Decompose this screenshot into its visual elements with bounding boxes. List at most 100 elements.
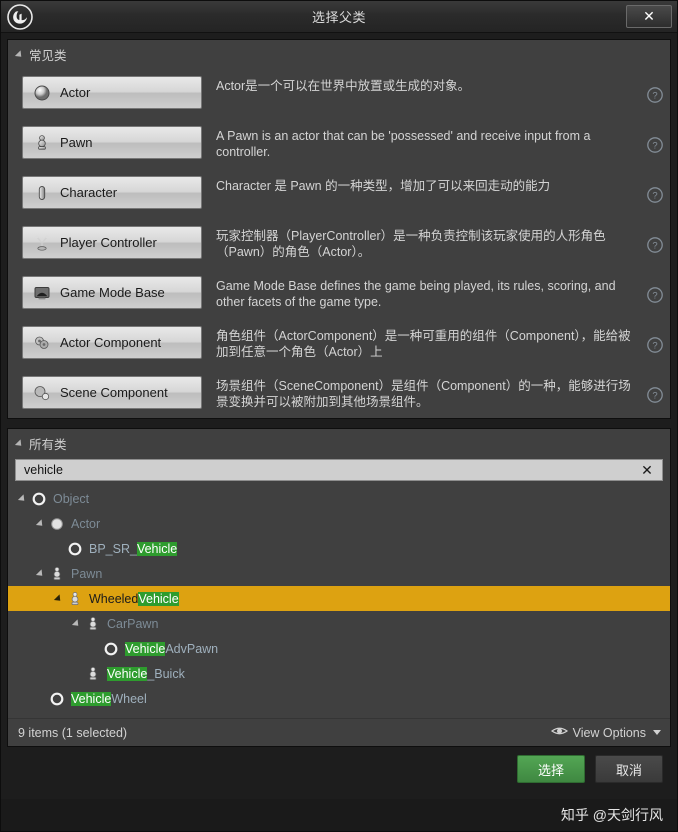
tree-node-label: Actor xyxy=(71,517,100,531)
object-ring-icon xyxy=(31,491,47,507)
common-classes-title: 常见类 xyxy=(29,49,67,63)
help-circle-icon[interactable]: ? xyxy=(646,286,664,304)
tree-row[interactable]: VehicleWheel xyxy=(8,686,670,711)
actor-component-icon xyxy=(33,334,51,352)
common-class-button-character[interactable]: Character xyxy=(22,176,202,209)
class-row: Actor Actor是一个可以在世界中放置或生成的对象。 ? xyxy=(8,70,670,120)
view-options-button[interactable]: View Options xyxy=(550,725,661,740)
node-label-text: CarPawn xyxy=(107,616,159,631)
common-class-button-player-controller[interactable]: Player Controller xyxy=(22,226,202,259)
help-circle-icon[interactable]: ? xyxy=(646,236,664,254)
common-class-button-game-mode-base[interactable]: Game Mode Base xyxy=(22,276,202,309)
tree-row[interactable]: VehicleAdvPawn xyxy=(8,636,670,661)
svg-text:?: ? xyxy=(652,141,657,152)
class-row: Actor Component 角色组件（ActorComponent）是一种可… xyxy=(8,320,670,370)
node-label-text: Wheeled xyxy=(89,591,139,606)
clear-x-icon[interactable]: ✕ xyxy=(637,460,657,480)
all-classes-panel: 所有类 vehicle ✕ Object Actor BP_SR_Vehicle Pa… xyxy=(7,428,671,747)
select-button[interactable]: 选择 xyxy=(517,755,585,783)
tree-node-label: BP_SR_Vehicle xyxy=(89,541,178,556)
all-classes-header[interactable]: 所有类 xyxy=(8,429,670,457)
expander-triangle-icon[interactable] xyxy=(52,592,65,605)
tree-node-label: CarPawn xyxy=(107,617,158,631)
search-match-highlight: Vehicle xyxy=(138,591,179,606)
game-mode-icon xyxy=(33,284,51,302)
node-label-text: _Buick xyxy=(147,666,185,681)
cancel-button[interactable]: 取消 xyxy=(595,755,663,783)
expander-triangle-icon[interactable] xyxy=(34,517,47,530)
search-match-highlight: Vehicle xyxy=(125,641,166,656)
help-circle-icon[interactable]: ? xyxy=(646,386,664,404)
common-class-label: Actor Component xyxy=(60,335,162,350)
common-class-label: Game Mode Base xyxy=(60,285,165,300)
help-circle-icon[interactable]: ? xyxy=(646,336,664,354)
tree-row-selected[interactable]: WheeledVehicle xyxy=(8,586,670,611)
tree-row[interactable]: CarPawn xyxy=(8,611,670,636)
close-button[interactable]: ✕ xyxy=(626,5,672,28)
svg-text:?: ? xyxy=(652,341,657,352)
close-icon: ✕ xyxy=(643,8,655,24)
watermark: 知乎 @天剑行风 xyxy=(1,799,677,831)
tree-row[interactable]: Object xyxy=(8,486,670,511)
common-class-button-actor-component[interactable]: Actor Component xyxy=(22,326,202,359)
search-input-value: vehicle xyxy=(24,463,63,477)
dialog-footer: 选择 取消 xyxy=(1,747,677,799)
actor-sphere-icon xyxy=(49,516,65,532)
pawn-icon xyxy=(33,134,51,152)
object-ring-icon xyxy=(103,641,119,657)
tree-node-label: WheeledVehicle xyxy=(89,591,179,606)
tree-row[interactable]: BP_SR_Vehicle xyxy=(8,536,670,561)
common-classes-header[interactable]: 常见类 xyxy=(8,40,670,68)
help-circle-icon[interactable]: ? xyxy=(646,136,664,154)
expander-triangle-icon[interactable] xyxy=(16,492,29,505)
class-tree[interactable]: Object Actor BP_SR_Vehicle Pawn WheeledVehic… xyxy=(8,485,670,718)
common-class-description: 玩家控制器（PlayerController）是一种负责控制该玩家使用的人形角色… xyxy=(216,229,606,259)
search-match-highlight: Vehicle xyxy=(107,666,148,681)
all-classes-title: 所有类 xyxy=(29,438,67,452)
svg-text:?: ? xyxy=(652,191,657,202)
help-circle-icon[interactable]: ? xyxy=(646,86,664,104)
node-label-text: Actor xyxy=(71,516,101,531)
common-class-label: Actor xyxy=(60,85,91,100)
common-class-label: Player Controller xyxy=(60,235,157,250)
common-classes-panel: 常见类 Actor Actor是一个可以在世界中放置或生成的对象。 ? Pawn… xyxy=(7,39,671,419)
pawn-icon xyxy=(67,591,83,607)
expander-triangle-icon[interactable] xyxy=(70,617,83,630)
svg-text:?: ? xyxy=(652,391,657,402)
common-class-description: Game Mode Base defines the game being pl… xyxy=(216,279,616,309)
search-input[interactable]: vehicle xyxy=(15,459,663,481)
chevron-down-icon xyxy=(653,730,661,735)
class-row: Player Controller 玩家控制器（PlayerController… xyxy=(8,220,670,270)
svg-text:?: ? xyxy=(652,241,657,252)
class-row: Pawn A Pawn is an actor that can be 'pos… xyxy=(8,120,670,170)
search-match-highlight: Vehicle xyxy=(71,691,112,706)
expander-triangle-icon[interactable] xyxy=(34,567,47,580)
tree-node-label: Pawn xyxy=(71,567,102,581)
common-class-description: Character 是 Pawn 的一种类型，增加了可以来回走动的能力 xyxy=(216,179,551,193)
search-match-highlight: Vehicle xyxy=(136,541,178,556)
scene-component-icon xyxy=(33,384,51,402)
node-label-text: BP_SR_ xyxy=(89,541,137,556)
search-area: vehicle ✕ xyxy=(8,457,670,485)
object-ring-icon xyxy=(67,541,83,557)
tree-status-bar: 9 items (1 selected) View Options xyxy=(8,718,670,746)
view-options-label: View Options xyxy=(572,725,646,740)
class-row: Scene Component 场景组件（SceneComponent）是组件（… xyxy=(8,370,670,420)
tree-row[interactable]: Actor xyxy=(8,511,670,536)
character-capsule-icon xyxy=(33,184,51,202)
node-label-text: Wheel xyxy=(111,691,147,706)
help-circle-icon[interactable]: ? xyxy=(646,186,664,204)
tree-node-label: VehicleWheel xyxy=(71,691,147,706)
tree-row[interactable]: Pawn xyxy=(8,561,670,586)
common-class-button-pawn[interactable]: Pawn xyxy=(22,126,202,159)
svg-text:?: ? xyxy=(652,91,657,102)
common-class-button-actor[interactable]: Actor xyxy=(22,76,202,109)
pawn-icon xyxy=(85,616,101,632)
tree-node-label: Object xyxy=(53,492,89,506)
common-class-button-scene-component[interactable]: Scene Component xyxy=(22,376,202,409)
tree-node-label: Vehicle_Buick xyxy=(107,666,185,681)
tree-row[interactable]: Vehicle_Buick xyxy=(8,661,670,686)
